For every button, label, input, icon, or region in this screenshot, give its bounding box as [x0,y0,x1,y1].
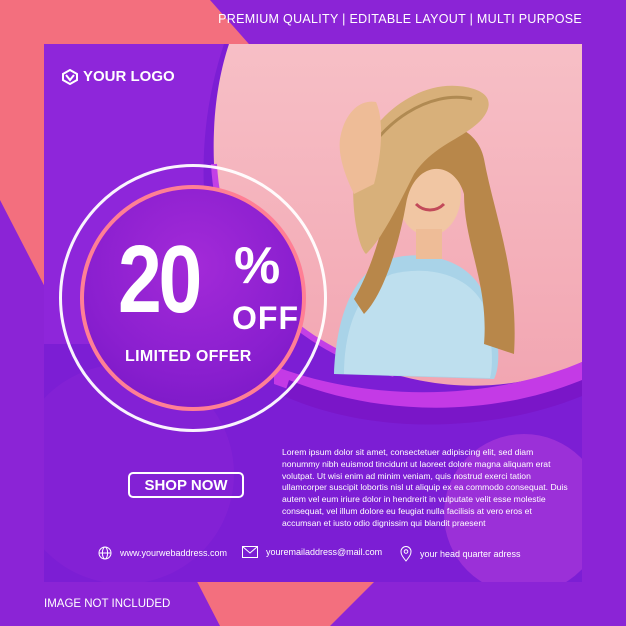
globe-icon [98,546,112,560]
header-tagline: PREMIUM QUALITY | EDITABLE LAYOUT | MULT… [218,12,582,26]
location-pin-icon [400,546,412,562]
address-text: your head quarter adress [420,549,521,559]
image-disclaimer: IMAGE NOT INCLUDED [44,598,171,610]
website-text: www.yourwebaddress.com [120,548,228,558]
discount-number: 20 [118,226,202,333]
footer-website[interactable]: www.yourwebaddress.com [98,546,227,560]
footer-address: your head quarter adress [400,546,521,562]
brand-logo: YOUR LOGO [62,68,175,85]
off-label: OFF [232,300,299,336]
promo-card: YOUR LOGO 20 % OFF LIMITED OFFER SHOP NO… [44,44,582,582]
description-text: Lorem ipsum dolor sit amet, consectetuer… [282,447,568,528]
logo-text: YOUR LOGO [83,68,175,85]
limited-offer-label: LIMITED OFFER [125,348,252,365]
email-text: youremailaddress@mail.com [266,547,383,557]
percent-sign: % [234,237,281,295]
logo-icon [62,68,78,85]
shop-now-button[interactable]: SHOP NOW [128,472,244,498]
envelope-icon [242,546,258,558]
footer-email[interactable]: youremailaddress@mail.com [242,546,382,558]
